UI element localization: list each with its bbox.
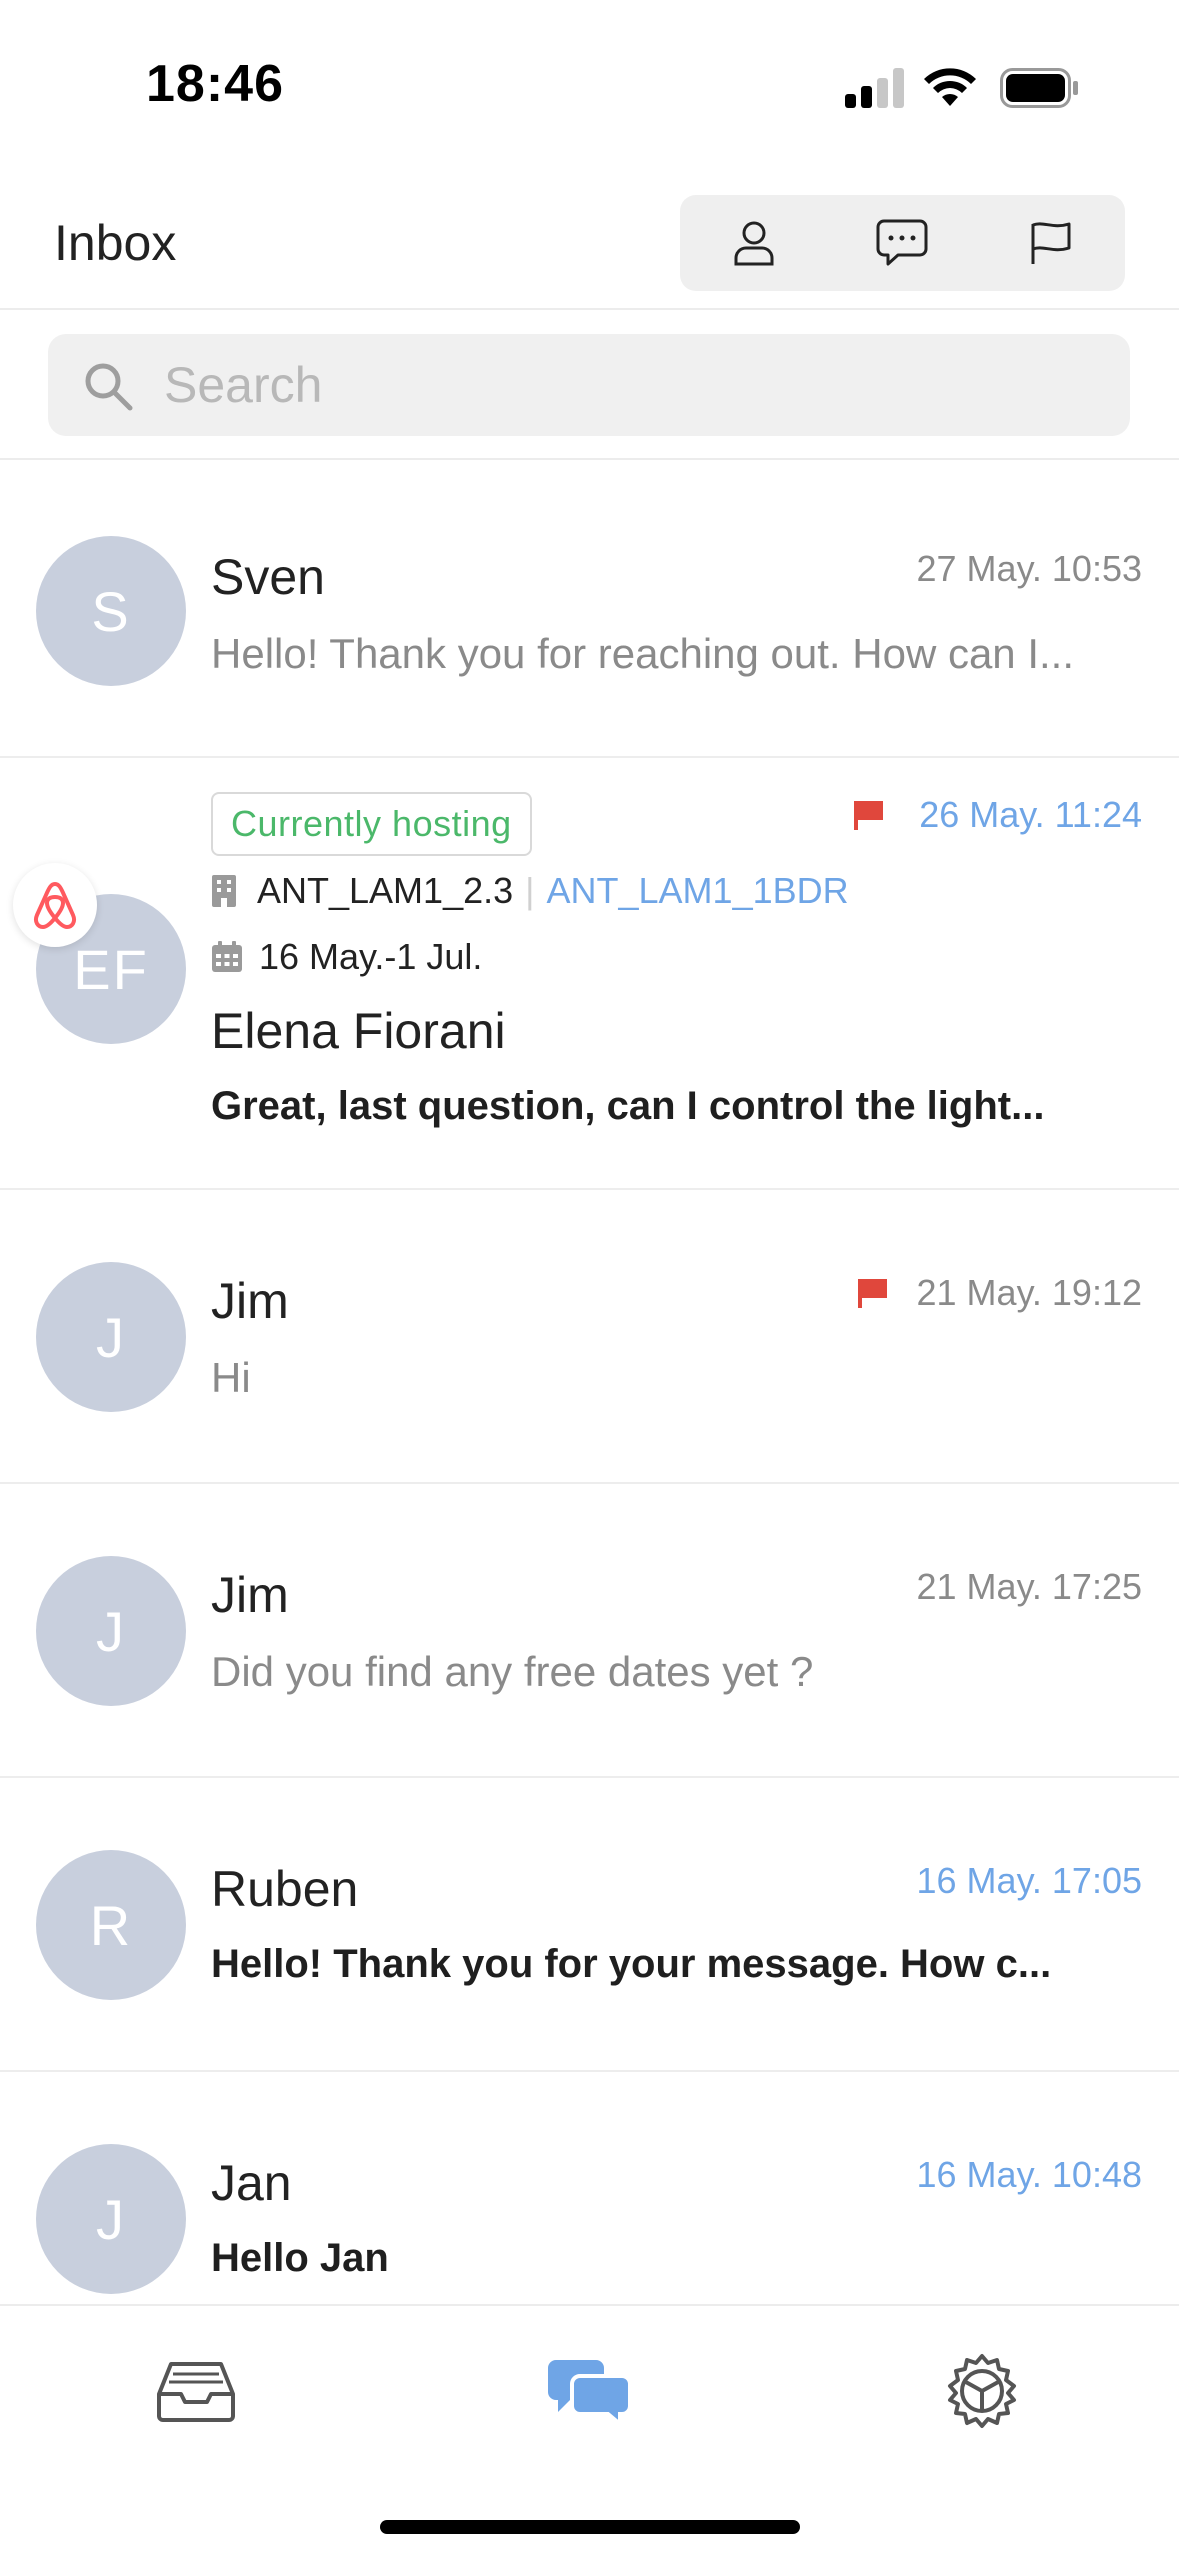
- cellular-signal-icon: [845, 68, 905, 108]
- flag-icon: [854, 801, 883, 830]
- search-input[interactable]: [164, 334, 1104, 436]
- filter-segmented-control: [680, 195, 1125, 291]
- contact-name: Jim: [211, 1273, 289, 1329]
- settings-wheel-icon: [948, 2354, 1016, 2428]
- message-preview: Great, last question, can I control the …: [211, 1084, 1045, 1128]
- message-preview: Did you find any free dates yet ?: [211, 1648, 814, 1695]
- contact-name: Jan: [211, 2155, 292, 2211]
- separator: |: [525, 870, 535, 911]
- status-badge: Currently hosting: [211, 792, 532, 856]
- page-title: Inbox: [54, 215, 177, 271]
- message-date: 27 May. 10:53: [916, 548, 1142, 589]
- message-bubble-icon: [876, 219, 928, 266]
- message-date: 21 May. 19:12: [916, 1272, 1142, 1313]
- conversation-row[interactable]: J Jim 21 May. 17:25 Did you find any fre…: [0, 1484, 1179, 1778]
- inbox-screen: 18:46 Inbox Search S Sven 27 May. 10:53 …: [0, 0, 1179, 2556]
- header: Inbox: [0, 170, 1179, 310]
- booking-dates: 16 May.-1 Jul.: [259, 936, 483, 977]
- tab-inbox[interactable]: [141, 2346, 251, 2436]
- status-time: 18:46: [146, 55, 284, 113]
- avatar: J: [36, 1262, 186, 1412]
- conversation-row[interactable]: R Ruben 16 May. 17:05 Hello! Thank you f…: [0, 1778, 1179, 2072]
- person-icon: [734, 221, 774, 266]
- conversation-row[interactable]: S Sven 27 May. 10:53 Hello! Thank you fo…: [0, 462, 1179, 758]
- filter-person-button[interactable]: [680, 195, 828, 291]
- airbnb-icon: [13, 863, 97, 947]
- contact-name: Ruben: [211, 1861, 359, 1917]
- home-indicator: [380, 2520, 800, 2534]
- message-date: 26 May. 11:24: [919, 794, 1142, 835]
- message-preview: Hi: [211, 1354, 251, 1401]
- filter-flagged-button[interactable]: [977, 195, 1125, 291]
- avatar: J: [36, 1556, 186, 1706]
- flag-outline-icon: [1031, 222, 1071, 264]
- conversation-row[interactable]: Currently hosting 26 May. 11:24 EF ANT_L…: [0, 758, 1179, 1190]
- chat-bubbles-icon: [548, 2360, 632, 2426]
- message-preview: Hello! Thank you for your message. How c…: [211, 1942, 1052, 1986]
- contact-name: Jim: [211, 1567, 289, 1623]
- avatar: R: [36, 1850, 186, 2000]
- booking-dates-line: 16 May.-1 Jul.: [211, 936, 482, 978]
- search-field[interactable]: [48, 334, 1130, 436]
- flag-icon: [858, 1279, 887, 1308]
- bottom-tab-bar: [0, 2304, 1179, 2556]
- status-bar: 18:46: [0, 0, 1179, 170]
- contact-name: Sven: [211, 549, 325, 605]
- listing-link[interactable]: ANT_LAM1_1BDR: [547, 870, 849, 912]
- message-preview: Hello Jan: [211, 2236, 389, 2280]
- conversation-row[interactable]: J Jim 21 May. 19:12 Hi: [0, 1190, 1179, 1484]
- avatar: S: [36, 536, 186, 686]
- message-date: 16 May. 17:05: [916, 1860, 1142, 1901]
- property-code: ANT_LAM1_2.3: [257, 870, 514, 911]
- tab-settings[interactable]: [927, 2346, 1037, 2436]
- conversation-row[interactable]: J Jan 16 May. 10:48 Hello Jan: [0, 2072, 1179, 2304]
- property-line: ANT_LAM1_2.3 | ANT_LAM1_1BDR: [211, 870, 849, 912]
- contact-name: Elena Fiorani: [211, 1003, 506, 1059]
- search-bar: [0, 310, 1179, 460]
- message-preview: Hello! Thank you for reaching out. How c…: [211, 630, 1075, 677]
- message-date: 21 May. 17:25: [916, 1566, 1142, 1607]
- conversation-list: S Sven 27 May. 10:53 Hello! Thank you fo…: [0, 462, 1179, 2304]
- avatar: J: [36, 2144, 186, 2294]
- message-date: 16 May. 10:48: [916, 2154, 1142, 2195]
- search-icon: [85, 363, 133, 411]
- wifi-icon: [924, 68, 976, 106]
- filter-messages-button[interactable]: [828, 195, 976, 291]
- tab-messages[interactable]: [534, 2346, 644, 2436]
- building-icon: [212, 875, 236, 907]
- inbox-tray-icon: [157, 2362, 235, 2422]
- calendar-icon: [212, 941, 242, 972]
- battery-icon: [1000, 68, 1078, 108]
